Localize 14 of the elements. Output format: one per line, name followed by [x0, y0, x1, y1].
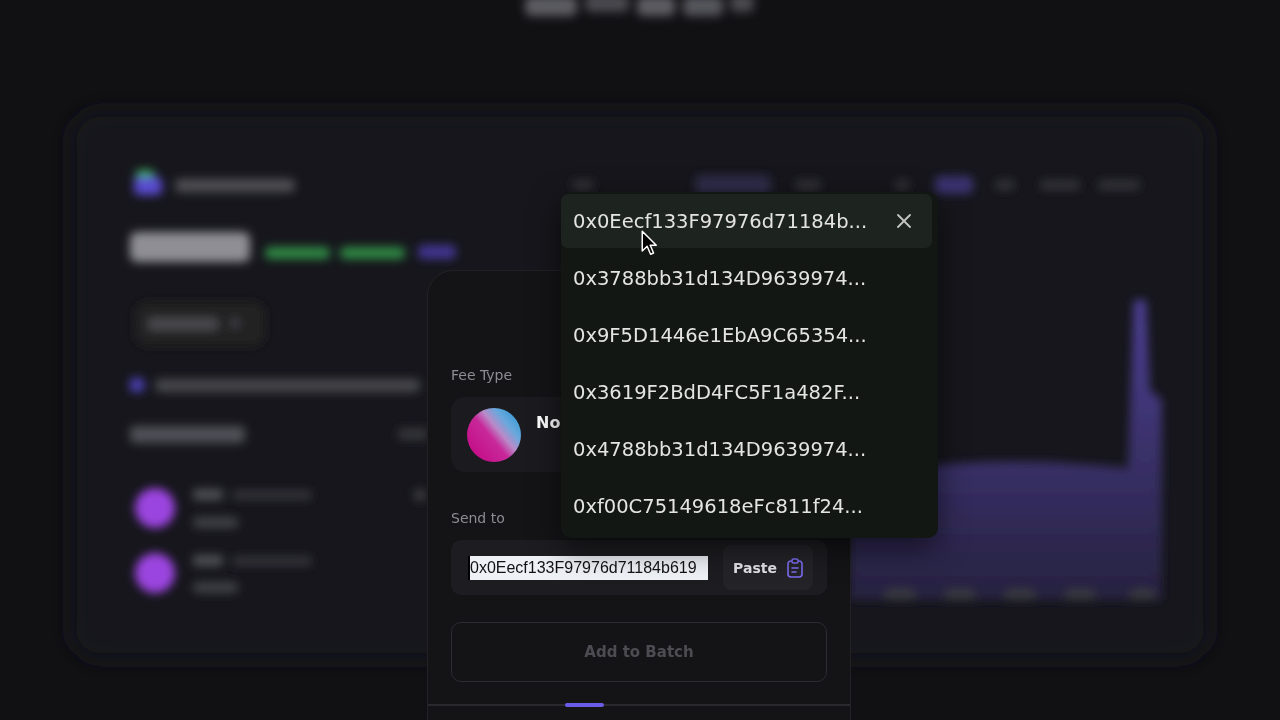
address-option[interactable]: 0xf00C75149618eFc811f24...: [561, 479, 932, 533]
address-option[interactable]: 0x9F5D1446e1EbA9C65354...: [561, 308, 932, 362]
address-option[interactable]: 0x0Eecf133F97976d71184b...: [561, 194, 932, 248]
close-icon[interactable]: [897, 214, 911, 228]
token-icon: [467, 407, 521, 462]
address-option[interactable]: 0x3788bb31d134D9639974...: [561, 251, 932, 305]
scroll-thumb[interactable]: [565, 703, 604, 707]
field-label: Send to: [451, 509, 505, 528]
address-input[interactable]: 0x0Eecf133F97976d71184b619 Paste: [451, 540, 827, 595]
field-label: Fee Type: [451, 366, 513, 385]
clipboard-icon: [786, 557, 803, 578]
mouse-pointer-icon: [641, 230, 657, 256]
input-value: 0x0Eecf133F97976d71184b619: [468, 555, 708, 580]
paste-button[interactable]: Paste: [723, 545, 813, 590]
